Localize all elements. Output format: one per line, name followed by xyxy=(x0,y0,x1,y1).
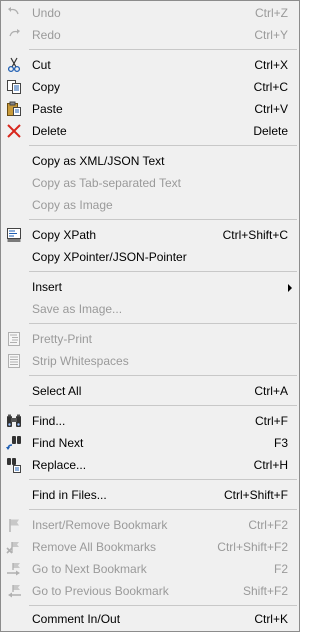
menu-item-previous-bookmark: Go to Previous Bookmark Shift+F2 xyxy=(2,580,298,602)
menu-item-label: Find in Files... xyxy=(32,488,107,502)
menu-item-copy-as-xml-json[interactable]: Copy as XML/JSON Text xyxy=(2,150,298,172)
menu-separator xyxy=(29,49,297,50)
menu-item-copy[interactable]: Copy Ctrl+C xyxy=(2,76,298,98)
menu-item-insert-remove-bookmark: Insert/Remove Bookmark Ctrl+F2 xyxy=(2,514,298,536)
menu-item-remove-all-bookmarks: Remove All Bookmarks Ctrl+Shift+F2 xyxy=(2,536,298,558)
undo-icon xyxy=(6,5,22,21)
menu-item-undo: Undo Ctrl+Z xyxy=(2,2,298,24)
menu-separator xyxy=(29,323,297,324)
menu-item-copy-xpointer[interactable]: Copy XPointer/JSON-Pointer xyxy=(2,246,298,268)
previous-bookmark-icon xyxy=(6,583,22,599)
binoculars-icon xyxy=(6,413,22,429)
menu-item-shortcut: Ctrl+C xyxy=(253,80,288,94)
pretty-print-icon xyxy=(6,331,22,347)
menu-separator xyxy=(29,145,297,146)
menu-item-shortcut: Ctrl+Z xyxy=(255,6,288,20)
menu-separator xyxy=(29,375,297,376)
menu-item-shortcut: Ctrl+V xyxy=(254,102,288,116)
menu-item-shortcut: Ctrl+X xyxy=(254,58,288,72)
menu-separator xyxy=(29,219,297,220)
menu-item-replace[interactable]: Replace... Ctrl+H xyxy=(2,454,298,476)
menu-item-shortcut: Ctrl+Shift+C xyxy=(222,228,288,242)
menu-item-next-bookmark: Go to Next Bookmark F2 xyxy=(2,558,298,580)
submenu-arrow-icon xyxy=(288,284,292,292)
menu-item-shortcut: Ctrl+K xyxy=(254,612,288,626)
menu-item-label: Pretty-Print xyxy=(32,332,93,346)
menu-item-shortcut: Ctrl+A xyxy=(254,384,288,398)
menu-item-label: Insert xyxy=(32,280,63,294)
menu-item-shortcut: Ctrl+Shift+F2 xyxy=(217,540,288,554)
menu-separator xyxy=(29,605,297,606)
menu-item-label: Undo xyxy=(32,6,61,20)
menu-item-label: Delete xyxy=(32,124,67,138)
menu-item-label: Comment In/Out xyxy=(32,612,121,626)
menu-item-shortcut: Ctrl+F2 xyxy=(248,518,288,532)
remove-bookmarks-icon xyxy=(6,539,22,555)
menu-item-shortcut: F2 xyxy=(273,562,288,576)
menu-separator xyxy=(29,405,297,406)
menu-item-label: Copy XPointer/JSON-Pointer xyxy=(32,250,187,264)
menu-item-label: Find... xyxy=(32,414,66,428)
menu-item-label: Copy xyxy=(32,80,61,94)
menu-item-label: Find Next xyxy=(32,436,84,450)
menu-item-shortcut: Ctrl+H xyxy=(253,458,288,472)
paste-icon xyxy=(6,101,22,117)
xpath-icon xyxy=(6,227,22,243)
menu-item-find-next[interactable]: Find Next F3 xyxy=(2,432,298,454)
menu-item-label: Cut xyxy=(32,58,51,72)
menu-item-label: Go to Previous Bookmark xyxy=(32,584,169,598)
menu-item-pretty-print: Pretty-Print xyxy=(2,328,298,350)
menu-item-label: Select All xyxy=(32,384,82,398)
menu-item-label: Replace... xyxy=(32,458,87,472)
menu-item-label: Redo xyxy=(32,28,61,42)
menu-item-save-as-image: Save as Image... xyxy=(2,298,298,320)
menu-separator xyxy=(29,271,297,272)
menu-item-label: Copy as Tab-separated Text xyxy=(32,176,181,190)
replace-icon xyxy=(6,457,22,473)
menu-item-find[interactable]: Find... Ctrl+F xyxy=(2,410,298,432)
menu-item-shortcut: F3 xyxy=(273,436,288,450)
menu-item-delete[interactable]: Delete Delete xyxy=(2,120,298,142)
menu-item-comment-in-out[interactable]: Comment In/Out Ctrl+K xyxy=(2,608,298,630)
menu-item-label: Go to Next Bookmark xyxy=(32,562,147,576)
menu-item-copy-as-image: Copy as Image xyxy=(2,194,298,216)
menu-item-paste[interactable]: Paste Ctrl+V xyxy=(2,98,298,120)
menu-item-redo: Redo Ctrl+Y xyxy=(2,24,298,46)
menu-item-shortcut: Delete xyxy=(253,124,288,138)
menu-item-copy-as-tab-separated: Copy as Tab-separated Text xyxy=(2,172,298,194)
menu-item-shortcut: Ctrl+Shift+F xyxy=(223,488,288,502)
menu-separator xyxy=(29,509,297,510)
menu-item-shortcut: Shift+F2 xyxy=(242,584,288,598)
menu-item-label: Strip Whitespaces xyxy=(32,354,129,368)
context-menu: Undo Ctrl+Z Redo Ctrl+Y Cut Ctrl+X Copy … xyxy=(0,0,300,632)
menu-item-shortcut: Ctrl+Y xyxy=(254,28,288,42)
menu-item-label: Copy as Image xyxy=(32,198,113,212)
menu-item-label: Paste xyxy=(32,102,63,116)
menu-item-cut[interactable]: Cut Ctrl+X xyxy=(2,54,298,76)
copy-icon xyxy=(6,79,22,95)
menu-item-strip-whitespaces: Strip Whitespaces xyxy=(2,350,298,372)
strip-whitespace-icon xyxy=(6,353,22,369)
scissors-icon xyxy=(6,57,22,73)
menu-item-label: Copy XPath xyxy=(32,228,97,242)
menu-item-label: Copy as XML/JSON Text xyxy=(32,154,165,168)
redo-icon xyxy=(6,27,22,43)
bookmark-flag-icon xyxy=(6,517,22,533)
menu-separator xyxy=(29,479,297,480)
menu-item-label: Save as Image... xyxy=(32,302,123,316)
menu-item-label: Remove All Bookmarks xyxy=(32,540,157,554)
find-next-icon xyxy=(6,435,22,451)
menu-item-shortcut: Ctrl+F xyxy=(255,414,288,428)
menu-item-find-in-files[interactable]: Find in Files... Ctrl+Shift+F xyxy=(2,484,298,506)
menu-item-copy-xpath[interactable]: Copy XPath Ctrl+Shift+C xyxy=(2,224,298,246)
menu-item-insert[interactable]: Insert xyxy=(2,276,298,298)
next-bookmark-icon xyxy=(6,561,22,577)
menu-item-label: Insert/Remove Bookmark xyxy=(32,518,168,532)
delete-x-icon xyxy=(6,123,22,139)
menu-item-select-all[interactable]: Select All Ctrl+A xyxy=(2,380,298,402)
